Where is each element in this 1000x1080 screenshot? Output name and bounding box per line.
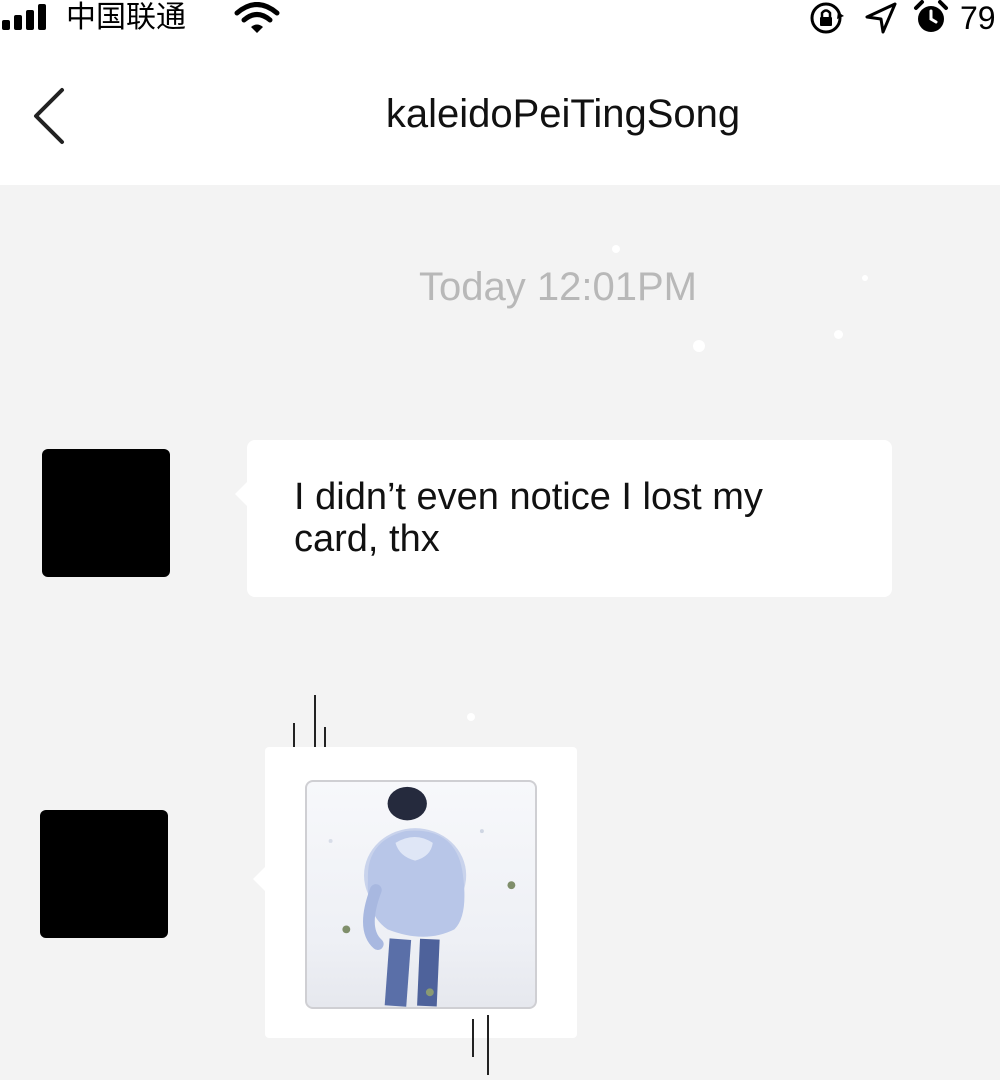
photo-thumbnail[interactable] — [305, 780, 537, 1009]
sparkle-decoration — [693, 340, 705, 352]
conversation-title: kaleidoPeiTingSong — [385, 92, 741, 136]
message-bubble[interactable]: I didn’t even notice I lost my card, thx — [235, 440, 892, 597]
location-arrow-icon — [865, 2, 897, 34]
chat-screen: 中国联通 79 kaleidoPeiTingSong Today 12:01PM… — [0, 0, 1000, 1080]
wifi-icon — [234, 2, 280, 33]
sparkle-decoration — [862, 275, 868, 281]
nav-bar: kaleidoPeiTingSong — [0, 40, 1000, 185]
sparkle-decoration — [612, 245, 620, 253]
alarm-icon — [914, 0, 948, 32]
image-message-bubble[interactable] — [253, 747, 577, 1038]
sparkle-decoration — [467, 713, 475, 721]
message-text: I didn’t even notice I lost my card, thx — [294, 476, 763, 560]
person-in-snow-illustration — [328, 786, 516, 1007]
rotation-lock-icon — [810, 2, 844, 34]
signal-icon — [2, 4, 46, 30]
battery-percentage: 79 — [960, 0, 996, 36]
message-timestamp: Today 12:01PM — [419, 265, 697, 309]
status-bar: 中国联通 79 — [0, 0, 1000, 40]
avatar[interactable] — [40, 810, 168, 938]
carrier-label: 中国联通 — [66, 0, 186, 35]
avatar[interactable] — [42, 449, 170, 577]
chat-area[interactable]: Today 12:01PM I didn’t even notice I los… — [0, 185, 1000, 1080]
sparkle-decoration — [834, 330, 843, 339]
motion-lines-decoration — [468, 1015, 498, 1080]
